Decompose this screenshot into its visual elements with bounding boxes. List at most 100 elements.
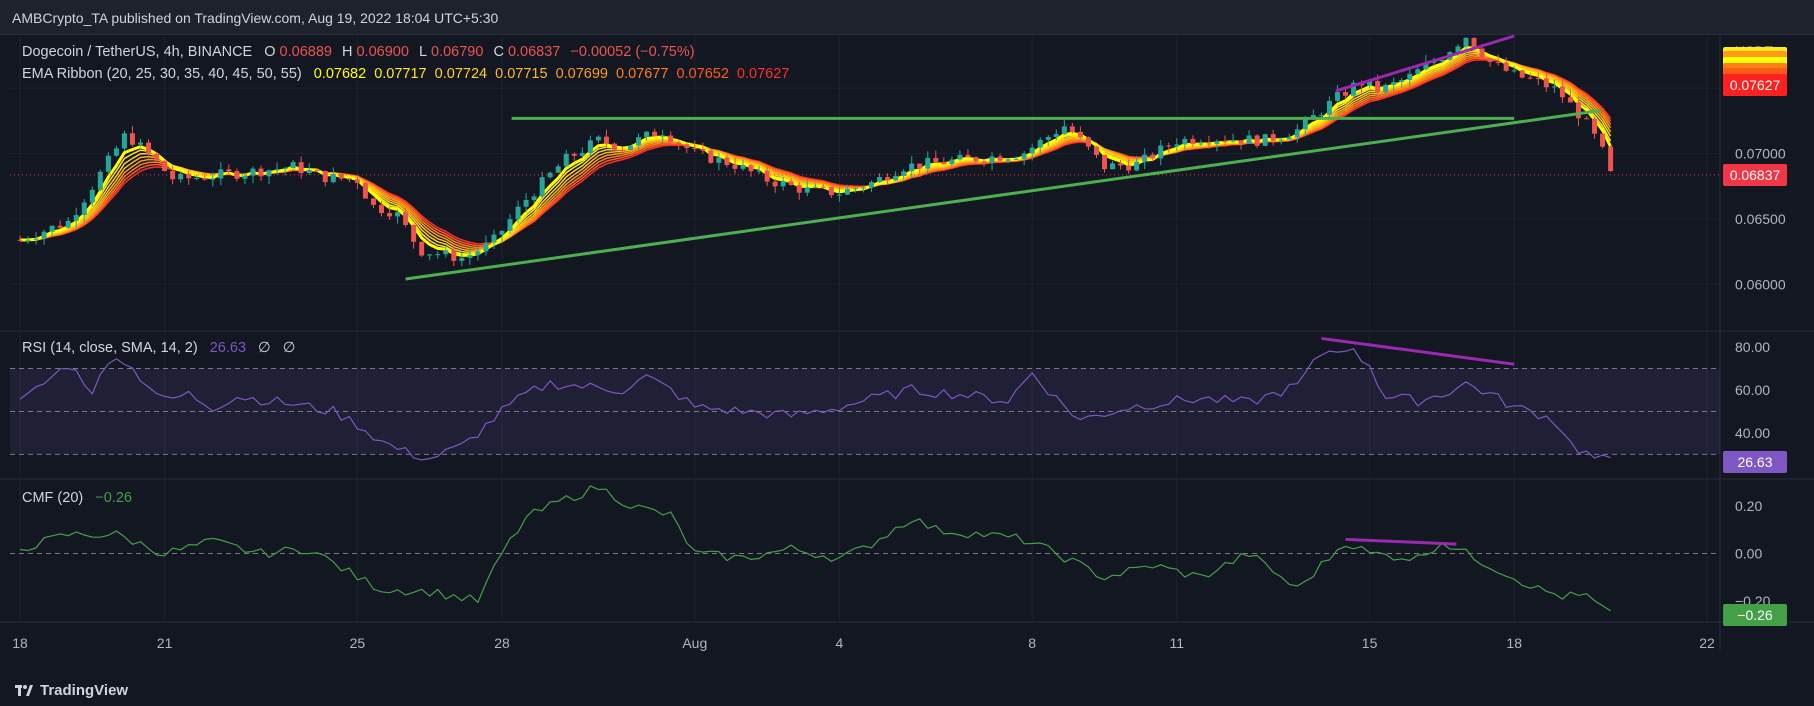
candle-body bbox=[1286, 137, 1292, 140]
candle-body bbox=[1126, 165, 1132, 171]
candle-body bbox=[73, 215, 79, 221]
ema-legend[interactable]: EMA Ribbon (20, 25, 30, 35, 40, 45, 50, … bbox=[22, 66, 789, 82]
candle-body bbox=[411, 225, 417, 242]
time-tick-label: 11 bbox=[1170, 635, 1185, 651]
candle-body bbox=[162, 160, 168, 171]
candle-body bbox=[925, 157, 931, 169]
candle-body bbox=[603, 136, 609, 144]
candle-body bbox=[379, 204, 384, 214]
candle-body bbox=[796, 184, 802, 193]
candle-body bbox=[1182, 138, 1188, 145]
candle-body bbox=[1174, 144, 1180, 147]
candle-body bbox=[531, 196, 537, 200]
candle-body bbox=[628, 145, 634, 150]
candle-body bbox=[186, 173, 192, 179]
candle-body bbox=[636, 137, 642, 146]
candle-body bbox=[41, 231, 47, 239]
footer-brand: TradingView bbox=[40, 682, 129, 699]
candle-body bbox=[780, 181, 786, 187]
candle-body bbox=[129, 133, 135, 145]
ema-value-5: 0.07699 bbox=[555, 66, 608, 82]
candle-body bbox=[877, 176, 883, 183]
low-value: 0.06790 bbox=[431, 44, 484, 60]
price-label-5: 0.07627 bbox=[1723, 73, 1787, 96]
candle-body bbox=[1503, 62, 1509, 71]
candle-body bbox=[555, 166, 561, 173]
candle-body bbox=[684, 144, 690, 149]
price-tick-label: 0.07000 bbox=[1735, 146, 1786, 162]
candle-body bbox=[957, 154, 963, 160]
candle-body bbox=[218, 169, 224, 179]
cmf-legend[interactable]: CMF (20) −0.26 bbox=[22, 490, 132, 506]
rsi-legend[interactable]: RSI (14, close, SMA, 14, 2) 26.63 ∅ ∅ bbox=[22, 340, 295, 356]
candle-body bbox=[909, 163, 915, 172]
candle-body bbox=[306, 170, 312, 174]
candle-body bbox=[274, 169, 280, 171]
candle-body bbox=[1110, 163, 1116, 170]
candle-body bbox=[676, 142, 682, 145]
candle-body bbox=[1134, 161, 1140, 171]
candle-body bbox=[515, 206, 521, 220]
candle-body bbox=[1037, 139, 1043, 148]
rsi-extra-2: ∅ bbox=[282, 340, 296, 356]
candle-body bbox=[973, 157, 979, 162]
candle-body bbox=[435, 254, 441, 256]
cmf-tick-label: 0.00 bbox=[1735, 546, 1762, 562]
candle-body bbox=[459, 257, 465, 261]
candle-body bbox=[49, 225, 55, 232]
candle-body bbox=[491, 234, 497, 243]
candle-body bbox=[403, 212, 409, 226]
price-tick-label: 0.06500 bbox=[1735, 211, 1786, 227]
candle-body bbox=[89, 189, 95, 203]
candle-body bbox=[1575, 102, 1581, 119]
candle-body bbox=[1061, 126, 1067, 135]
candle-body bbox=[467, 255, 473, 258]
candle-body bbox=[298, 162, 304, 174]
candle-body bbox=[1254, 135, 1260, 146]
candle-body bbox=[563, 153, 569, 167]
candle-body bbox=[1246, 135, 1252, 144]
candle-body bbox=[820, 186, 826, 188]
candle-body bbox=[1190, 138, 1196, 145]
tradingview-logo-icon bbox=[15, 685, 33, 696]
candle-body bbox=[869, 182, 875, 188]
candle-body bbox=[788, 181, 794, 185]
ema-title: EMA Ribbon (20, 25, 30, 35, 40, 45, 50, … bbox=[22, 66, 302, 82]
candle-body bbox=[1142, 154, 1148, 162]
trendline-1 bbox=[405, 108, 1602, 281]
cmf-divergence-line bbox=[1345, 537, 1457, 546]
candle-body bbox=[25, 239, 31, 241]
candle-body bbox=[804, 187, 810, 193]
candle-body bbox=[989, 156, 995, 163]
candle-body bbox=[194, 177, 200, 179]
candle-body bbox=[933, 157, 939, 163]
candle-body bbox=[443, 250, 449, 255]
cmf-title: CMF (20) bbox=[22, 490, 84, 506]
candle-body bbox=[499, 230, 505, 235]
candle-body bbox=[138, 142, 143, 145]
candle-body bbox=[917, 163, 923, 169]
candle-body bbox=[1198, 143, 1204, 145]
candle-body bbox=[1029, 147, 1035, 154]
candle-body bbox=[1584, 118, 1589, 120]
candle-body bbox=[764, 170, 770, 182]
candle-body bbox=[660, 135, 666, 137]
candle-body bbox=[1158, 145, 1164, 159]
candle-body bbox=[1069, 126, 1075, 132]
candle-body bbox=[1085, 137, 1091, 147]
candle-body bbox=[812, 186, 818, 188]
candle-body bbox=[1511, 70, 1517, 72]
candle-body bbox=[387, 213, 393, 217]
candle-body bbox=[1415, 69, 1421, 74]
candle-body bbox=[523, 199, 529, 207]
high-value: 0.06900 bbox=[356, 44, 409, 60]
rsi-tick-label: 60.00 bbox=[1735, 382, 1770, 398]
candle-body bbox=[1463, 37, 1469, 47]
candle-body bbox=[668, 135, 674, 143]
candle-body bbox=[1318, 114, 1324, 116]
time-tick-label: 28 bbox=[494, 635, 510, 651]
candle-body bbox=[1543, 78, 1549, 88]
candle-body bbox=[1527, 77, 1533, 79]
main-legend[interactable]: Dogecoin / TetherUS, 4h, BINANCE O 0.0688… bbox=[22, 44, 695, 60]
candle-body bbox=[1567, 97, 1573, 103]
